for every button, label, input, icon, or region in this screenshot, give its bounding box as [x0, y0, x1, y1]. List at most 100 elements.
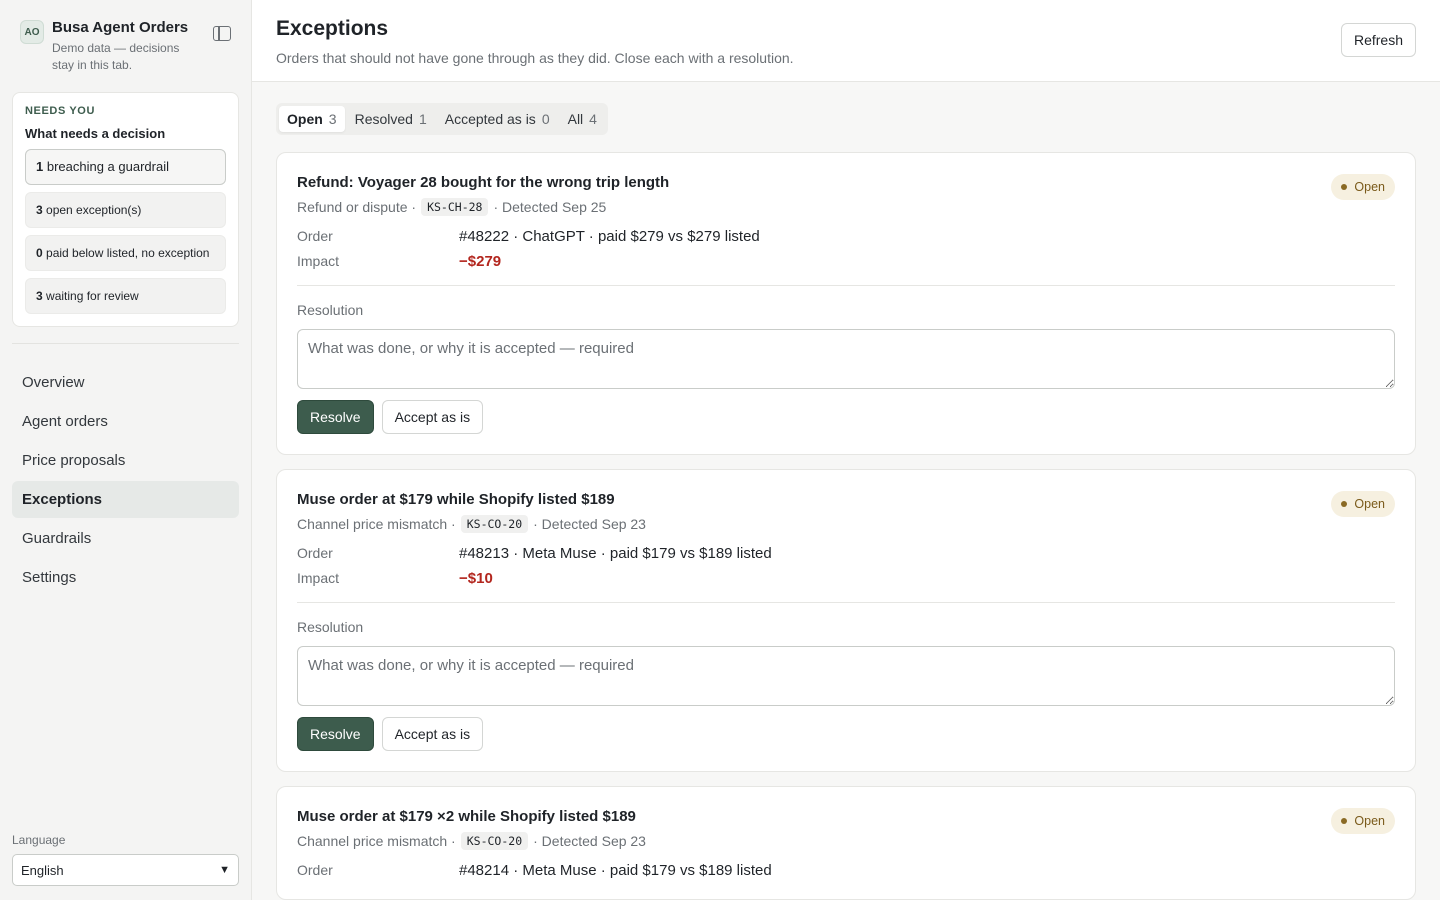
tab-count: 0 — [541, 111, 550, 127]
tab-label: Accepted as is — [444, 111, 536, 127]
guardrail-code: KS-CO-20 — [460, 515, 529, 533]
exception-meta: Channel price mismatch · KS-CO-20 · Dete… — [297, 832, 1395, 850]
tab-count: 1 — [418, 111, 427, 127]
resolve-button[interactable]: Resolve — [297, 400, 374, 434]
exception-type: Channel price mismatch · — [297, 833, 456, 849]
exception-title: Muse order at $179 while Shopify listed … — [297, 491, 615, 508]
nav-item-price-proposals[interactable]: Price proposals — [12, 442, 239, 479]
status-dot-icon — [1341, 818, 1348, 824]
tab-label: Open — [287, 111, 323, 127]
tab-all[interactable]: All 4 — [560, 106, 605, 132]
resolution-label: Resolution — [297, 302, 364, 318]
chevron-down-icon: ▼ — [219, 864, 230, 876]
status-label: Open — [1354, 180, 1385, 194]
needs-decision-card: NEEDS YOU What needs a decision 1 breach… — [12, 92, 239, 327]
order-label: Order — [297, 862, 333, 878]
nav-item-settings[interactable]: Settings — [12, 559, 239, 596]
impact-label: Impact — [297, 570, 340, 586]
resolution-input[interactable] — [297, 646, 1395, 706]
exception-card: Refund: Voyager 28 bought for the wrong … — [276, 152, 1416, 455]
card-divider — [297, 285, 1395, 286]
sidebar-nav: Overview Agent orders Price proposals Ex… — [12, 364, 239, 596]
order-value: #48213 · Meta Muse · paid $179 vs $189 l… — [459, 545, 772, 562]
needs-item-waiting-review[interactable]: 3 waiting for review — [25, 278, 226, 314]
order-value: #48222 · ChatGPT · paid $279 vs $279 lis… — [459, 228, 760, 245]
brand-name: Busa Agent Orders — [52, 19, 189, 36]
exception-card: Muse order at $179 while Shopify listed … — [276, 469, 1416, 772]
sidebar: AO Busa Agent Orders Demo data — decisio… — [0, 0, 252, 900]
needs-eyebrow: NEEDS YOU — [25, 105, 95, 117]
needs-item-label: waiting for review — [42, 289, 139, 303]
order-label: Order — [297, 228, 333, 244]
status-dot-icon — [1341, 184, 1348, 190]
language-block: Language English ▼ — [12, 833, 239, 886]
language-select[interactable]: English ▼ — [12, 854, 239, 886]
main-content: Exceptions Orders that should not have g… — [252, 0, 1440, 900]
exception-type: Channel price mismatch · — [297, 516, 456, 532]
needs-item-guardrail[interactable]: 1 breaching a guardrail — [25, 149, 226, 185]
nav-item-agent-orders[interactable]: Agent orders — [12, 403, 239, 440]
status-badge: Open — [1331, 174, 1395, 200]
resolution-input[interactable] — [297, 329, 1395, 389]
tab-accepted[interactable]: Accepted as is 0 — [437, 106, 558, 132]
language-value: English — [21, 862, 64, 878]
page-title: Exceptions — [276, 17, 389, 40]
status-badge: Open — [1331, 491, 1395, 517]
nav-item-overview[interactable]: Overview — [12, 364, 239, 401]
status-tabs: Open 3 Resolved 1 Accepted as is 0 All 4 — [276, 103, 608, 135]
card-actions: Resolve Accept as is — [297, 400, 1395, 434]
needs-title: What needs a decision — [25, 126, 166, 141]
needs-item-label: paid below listed, no exception — [42, 246, 210, 260]
tab-open[interactable]: Open 3 — [279, 106, 345, 132]
order-row: Order #48214 · Meta Muse · paid $179 vs … — [297, 862, 1395, 879]
refresh-button[interactable]: Refresh — [1340, 23, 1416, 57]
impact-row: Impact −$10 — [297, 570, 1395, 587]
needs-item-open-exceptions[interactable]: 3 open exception(s) — [25, 192, 226, 228]
status-label: Open — [1354, 814, 1385, 828]
brand-avatar: AO — [20, 20, 44, 44]
brand: AO Busa Agent Orders Demo data — decisio… — [12, 0, 239, 74]
sidebar-divider — [12, 343, 239, 344]
needs-item-paid-below[interactable]: 0 paid below listed, no exception — [25, 235, 226, 271]
accept-as-is-button[interactable]: Accept as is — [381, 400, 484, 434]
nav-item-guardrails[interactable]: Guardrails — [12, 520, 239, 557]
tab-label: Resolved — [354, 111, 413, 127]
needs-item-label: open exception(s) — [42, 203, 142, 217]
page-subtitle: Orders that should not have gone through… — [276, 50, 794, 66]
order-label: Order — [297, 545, 333, 561]
impact-row: Impact −$279 — [297, 253, 1395, 270]
exception-meta: Refund or dispute · KS-CH-28 · Detected … — [297, 198, 1395, 216]
resolution-label: Resolution — [297, 619, 364, 635]
exceptions-content: Open 3 Resolved 1 Accepted as is 0 All 4 Ref… — [252, 82, 1440, 900]
order-row: Order #48213 · Meta Muse · paid $179 vs … — [297, 545, 1395, 562]
needs-item-count: 3 — [36, 203, 43, 217]
language-label: Language — [12, 833, 66, 847]
exception-detected: · Detected Sep 25 — [493, 199, 607, 215]
status-badge: Open — [1331, 808, 1395, 834]
impact-label: Impact — [297, 253, 340, 269]
brand-subtitle: Demo data — decisions stay in this tab. — [52, 41, 180, 72]
accept-as-is-button[interactable]: Accept as is — [381, 717, 484, 751]
needs-item-count: 0 — [36, 246, 43, 260]
status-dot-icon — [1341, 501, 1348, 507]
impact-value: −$10 — [459, 570, 493, 587]
exception-meta: Channel price mismatch · KS-CO-20 · Dete… — [297, 515, 1395, 533]
nav-item-exceptions[interactable]: Exceptions — [12, 481, 239, 518]
exception-detected: · Detected Sep 23 — [533, 833, 646, 849]
exception-type: Refund or dispute · — [297, 199, 417, 215]
tab-count: 4 — [589, 111, 597, 127]
sidebar-toggle-icon[interactable] — [213, 26, 231, 41]
needs-item-label: breaching a guardrail — [43, 159, 169, 174]
exception-detected: · Detected Sep 23 — [533, 516, 646, 532]
order-value: #48214 · Meta Muse · paid $179 vs $189 l… — [459, 862, 772, 879]
brand-text: Busa Agent Orders Demo data — decisions … — [52, 18, 192, 74]
order-row: Order #48222 · ChatGPT · paid $279 vs $2… — [297, 228, 1395, 245]
page-header: Exceptions Orders that should not have g… — [252, 0, 1440, 82]
impact-value: −$279 — [459, 253, 502, 270]
needs-item-count: 3 — [36, 289, 43, 303]
tab-label: All — [567, 111, 584, 127]
tab-count: 3 — [328, 111, 337, 127]
tab-resolved[interactable]: Resolved 1 — [347, 106, 435, 132]
guardrail-code: KS-CO-20 — [460, 832, 529, 850]
resolve-button[interactable]: Resolve — [297, 717, 374, 751]
